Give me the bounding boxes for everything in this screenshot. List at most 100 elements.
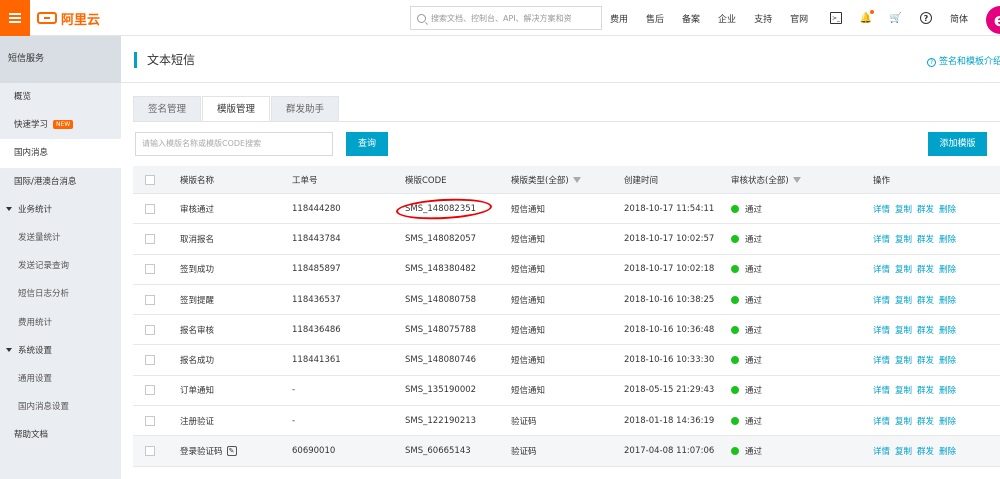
delete-link[interactable]: 删除 (939, 263, 956, 275)
copy-link[interactable]: 复制 (895, 354, 912, 366)
copy-link[interactable]: 复制 (895, 415, 912, 427)
sidebar-item-general-settings[interactable]: 通用设置 (0, 365, 121, 393)
template-name-text: 报名成功 (180, 356, 215, 367)
sidebar-item-send-volume[interactable]: 发送量统计 (0, 224, 121, 252)
language-switch[interactable]: 简体 (950, 12, 968, 25)
copy-link[interactable]: 复制 (895, 324, 912, 336)
row-checkbox[interactable] (145, 324, 155, 335)
bulk-send-link[interactable]: 群发 (917, 233, 934, 245)
template-code: SMS_148380482 (405, 264, 477, 275)
edit-icon[interactable]: ✎ (226, 446, 237, 457)
cart-icon[interactable]: 🛒 (890, 12, 902, 24)
help-link[interactable]: ? 签名和模板介绍 (927, 54, 1000, 67)
sidebar-item-overview[interactable]: 概览 (0, 83, 121, 111)
detail-link[interactable]: 详情 (873, 324, 890, 336)
header-type[interactable]: 模版类型(全部) (511, 166, 581, 193)
nav-filing[interactable]: 备案 (682, 12, 700, 25)
sidebar-item-international[interactable]: 国际/港澳台消息 (0, 168, 121, 196)
delete-link[interactable]: 删除 (939, 415, 956, 427)
sidebar-item-log-analysis[interactable]: 短信日志分析 (0, 280, 121, 308)
bulk-send-link[interactable]: 群发 (917, 445, 934, 457)
tab-signature[interactable]: 签名管理 (133, 96, 202, 122)
nav-support[interactable]: 支持 (754, 12, 772, 25)
filter-icon[interactable] (792, 176, 801, 183)
copy-link[interactable]: 复制 (895, 445, 912, 457)
row-checkbox[interactable] (145, 233, 155, 244)
status-text: 通过 (745, 204, 763, 215)
template-search-input[interactable]: 请输入模版名称或模版CODE搜索 (135, 132, 333, 156)
row-actions: 详情 复制 群发 删除 (873, 315, 961, 344)
created-time: 2018-05-15 21:29:43 (624, 385, 715, 396)
template-type: 验证码 (511, 416, 537, 427)
detail-link[interactable]: 详情 (873, 294, 890, 306)
detail-link[interactable]: 详情 (873, 203, 890, 215)
status-dot-icon (731, 325, 739, 334)
detail-link[interactable]: 详情 (873, 233, 890, 245)
detail-link[interactable]: 详情 (873, 415, 890, 427)
detail-link[interactable]: 详情 (873, 354, 890, 366)
tab-templates[interactable]: 模版管理 (202, 96, 271, 122)
delete-link[interactable]: 删除 (939, 354, 956, 366)
bulk-send-link[interactable]: 群发 (917, 384, 934, 396)
detail-link[interactable]: 详情 (873, 445, 890, 457)
row-select-cell (145, 376, 155, 405)
bell-icon[interactable]: 🔔 (860, 10, 874, 24)
delete-link[interactable]: 删除 (939, 203, 956, 215)
filter-icon[interactable] (572, 176, 581, 183)
copy-link[interactable]: 复制 (895, 233, 912, 245)
avatar[interactable]: e (986, 6, 1000, 34)
sidebar-item-label: 概览 (14, 92, 32, 102)
sidebar-item-domestic[interactable]: 国内消息 (0, 139, 121, 168)
row-checkbox[interactable] (145, 294, 155, 305)
row-checkbox[interactable] (145, 264, 155, 275)
sidebar-item-domestic-settings[interactable]: 国内消息设置 (0, 393, 121, 421)
bulk-send-link[interactable]: 群发 (917, 415, 934, 427)
tab-bulk-send[interactable]: 群发助手 (271, 96, 340, 122)
sidebar-item-quick-learn[interactable]: 快速学习 NEW (0, 111, 121, 139)
bulk-send-link[interactable]: 群发 (917, 354, 934, 366)
delete-link[interactable]: 删除 (939, 324, 956, 336)
nav-fees[interactable]: 费用 (610, 12, 628, 25)
bulk-send-link[interactable]: 群发 (917, 324, 934, 336)
sidebar-item-send-records[interactable]: 发送记录查询 (0, 252, 121, 280)
select-all-checkbox[interactable] (145, 174, 155, 185)
sidebar-item-cost-stats[interactable]: 费用统计 (0, 309, 121, 337)
delete-link[interactable]: 删除 (939, 233, 956, 245)
header-status[interactable]: 审核状态(全部) (731, 166, 801, 193)
terminal-icon[interactable]: >_ (830, 12, 842, 24)
row-checkbox[interactable] (145, 446, 155, 457)
table-row: 报名成功 118441361 SMS_148080746 短信通知 2018-10-16… (133, 345, 1000, 376)
delete-link[interactable]: 删除 (939, 294, 956, 306)
row-checkbox[interactable] (145, 355, 155, 366)
delete-link[interactable]: 删除 (939, 384, 956, 396)
sidebar-group-settings[interactable]: 系统设置 (0, 337, 121, 365)
query-button[interactable]: 查询 (346, 132, 388, 156)
row-checkbox[interactable] (145, 415, 155, 426)
nav-official-site[interactable]: 官网 (790, 12, 808, 25)
copy-link[interactable]: 复制 (895, 294, 912, 306)
nav-enterprise[interactable]: 企业 (718, 12, 736, 25)
bulk-send-link[interactable]: 群发 (917, 203, 934, 215)
detail-link[interactable]: 详情 (873, 263, 890, 275)
copy-link[interactable]: 复制 (895, 203, 912, 215)
menu-icon[interactable] (0, 0, 30, 36)
row-checkbox[interactable] (145, 203, 155, 214)
sidebar-group-statistics[interactable]: 业务统计 (0, 196, 121, 224)
delete-link[interactable]: 删除 (939, 445, 956, 457)
sidebar-item-help-docs[interactable]: 帮助文档 (0, 421, 121, 449)
template-name: 注册验证 (180, 406, 214, 435)
copy-link[interactable]: 复制 (895, 263, 912, 275)
sidebar-item-label: 通用设置 (18, 373, 53, 384)
global-search-input[interactable]: 搜索文档、控制台、API、解决方案和资 (410, 6, 602, 30)
copy-link[interactable]: 复制 (895, 384, 912, 396)
row-checkbox[interactable] (145, 385, 155, 396)
aliyun-logo[interactable]: 阿里云 (37, 9, 100, 28)
nav-after-sales[interactable]: 售后 (646, 12, 664, 25)
template-name-text: 注册验证 (180, 416, 215, 427)
ticket-number: 118436537 (292, 294, 341, 305)
add-template-button[interactable]: 添加模版 (928, 132, 987, 156)
detail-link[interactable]: 详情 (873, 384, 890, 396)
bulk-send-link[interactable]: 群发 (917, 294, 934, 306)
bulk-send-link[interactable]: 群发 (917, 263, 934, 275)
help-icon[interactable]: ? (920, 12, 932, 24)
